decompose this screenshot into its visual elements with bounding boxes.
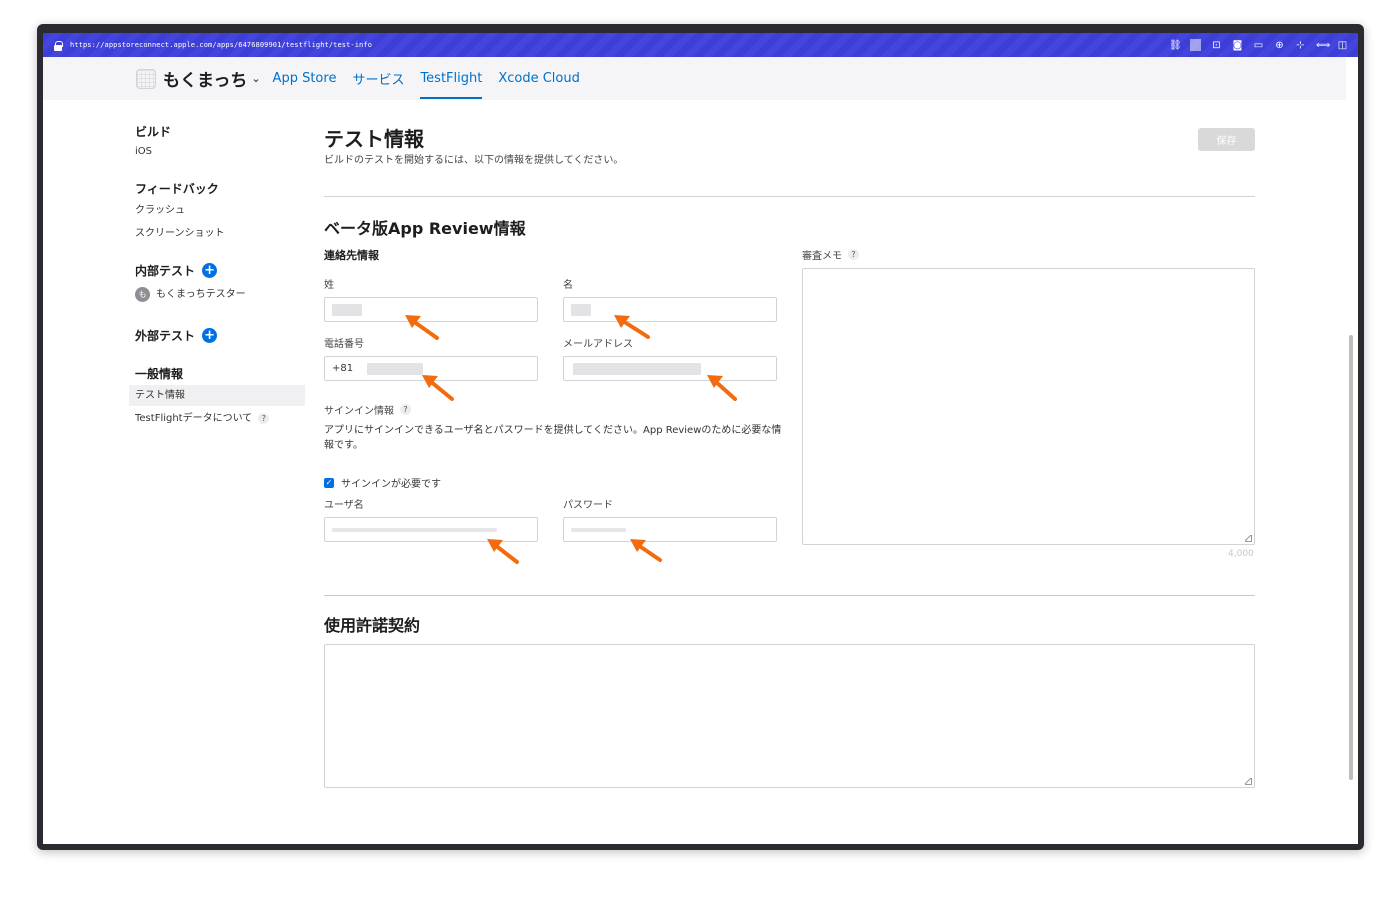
top-nav: もくまっち ⌄ App Store サービス TestFlight Xcode … (43, 57, 1346, 100)
sidebar-item-test-info[interactable]: テスト情報 (129, 385, 305, 406)
review-notes-label: 審査メモ ? (802, 247, 859, 262)
chevron-down-icon[interactable]: ⌄ (251, 72, 260, 85)
sidebar-item-internal-group[interactable]: も もくまっちテスター (129, 284, 305, 305)
license-title: 使用許諾契約 (324, 616, 421, 635)
tab-testflight[interactable]: TestFlight (420, 71, 482, 99)
avatar: も (135, 287, 150, 302)
page: もくまっち ⌄ App Store サービス TestFlight Xcode … (43, 57, 1358, 844)
sidebar: ビルド iOS フィードバック クラッシュ スクリーンショット 内部テスト + … (129, 123, 305, 429)
toolbar-icons: ⛓ ⊡ ◙ ▭ ⊕ ⊹ ⟺ ◫ (1169, 39, 1348, 51)
help-icon[interactable]: ? (400, 404, 411, 415)
signin-description: アプリにサインインできるユーザ名とパスワードを提供してください。App Revi… (324, 425, 782, 451)
link-icon[interactable]: ⛓ (1169, 40, 1182, 51)
annotation-arrow-icon (707, 375, 737, 401)
save-button[interactable]: 保存 (1198, 128, 1255, 151)
sidebar-item-ios[interactable]: iOS (129, 141, 305, 162)
add-external-group-icon[interactable]: + (202, 327, 218, 343)
redacted-value (571, 527, 626, 532)
download-icon[interactable]: ⊡ (1211, 40, 1222, 51)
tab-xcode-cloud[interactable]: Xcode Cloud (498, 71, 580, 86)
redacted-value (367, 362, 424, 375)
sidebar-icon[interactable]: ◫ (1337, 40, 1348, 51)
page-title: テスト情報 (324, 127, 424, 151)
annotation-arrow-icon (630, 539, 662, 562)
password-field[interactable] (563, 517, 777, 542)
sidebar-head-external: 外部テスト + (129, 327, 305, 343)
sidebar-head-external-label: 外部テスト (135, 328, 196, 343)
url-bar[interactable]: https://appstoreconnect.apple.com/apps/6… (43, 33, 1358, 57)
url-text[interactable]: https://appstoreconnect.apple.com/apps/6… (70, 41, 372, 49)
signin-required-checkbox[interactable]: ✓ (324, 477, 334, 488)
camera-icon[interactable]: ◙ (1232, 40, 1243, 51)
review-notes-label-text: 審査メモ (802, 251, 842, 262)
signin-info-label-text: サインイン情報 (324, 406, 394, 417)
phone-label: 電話番号 (324, 339, 364, 350)
sidebar-head-internal: 内部テスト + (129, 262, 305, 278)
password-label: パスワード (563, 500, 613, 511)
crosshair-icon[interactable]: ⊹ (1295, 40, 1306, 51)
code-icon[interactable]: ⟺ (1316, 40, 1330, 51)
signin-info-label: サインイン情報 ? (324, 402, 411, 417)
license-textarea[interactable] (324, 644, 1255, 788)
annotation-arrow-icon (422, 375, 454, 401)
signin-required-label: サインインが必要です (341, 479, 441, 490)
divider (324, 196, 1255, 197)
signin-required-row[interactable]: ✓ サインインが必要です (324, 475, 441, 490)
sidebar-item-internal-group-label: もくまっちテスター (156, 289, 246, 300)
terminal-icon[interactable]: ▭ (1253, 40, 1264, 51)
annotation-arrow-icon (614, 315, 650, 339)
sidebar-head-internal-label: 内部テスト (135, 263, 196, 278)
help-icon[interactable]: ? (848, 249, 859, 260)
redacted-value (573, 362, 701, 375)
browser-window: https://appstoreconnect.apple.com/apps/6… (37, 24, 1364, 850)
sidebar-item-about-data[interactable]: TestFlightデータについて ? (129, 408, 305, 429)
review-notes-textarea[interactable] (802, 268, 1255, 545)
redacted-value (332, 303, 362, 316)
phone-prefix: +81 (332, 363, 354, 374)
redacted-value (571, 303, 591, 316)
sidebar-head-feedback: フィードバック (135, 181, 219, 196)
sidebar-head-build: ビルド (135, 124, 172, 139)
sidebar-item-screenshot[interactable]: スクリーンショット (129, 223, 305, 244)
lock-icon (54, 40, 63, 51)
tab-app-store[interactable]: App Store (273, 71, 337, 86)
annotation-arrow-icon (405, 315, 439, 340)
review-notes-counter: 4,000 (1228, 549, 1254, 559)
last-name-label: 姓 (324, 280, 334, 291)
app-icon (136, 68, 156, 89)
globe-icon[interactable]: ⊕ (1274, 40, 1285, 51)
toolbar-divider (1190, 39, 1201, 51)
tab-services[interactable]: サービス (352, 69, 404, 88)
beta-review-title: ベータ版App Review情報 (324, 219, 526, 238)
contact-info-heading: 連絡先情報 (324, 249, 379, 262)
help-icon[interactable]: ? (258, 413, 270, 424)
annotation-arrow-icon (487, 539, 519, 564)
app-name[interactable]: もくまっち (163, 66, 247, 91)
username-label: ユーザ名 (324, 500, 364, 511)
add-internal-group-icon[interactable]: + (202, 262, 218, 278)
first-name-label: 名 (563, 280, 573, 291)
page-subtitle: ビルドのテストを開始するには、以下の情報を提供してください。 (324, 155, 624, 166)
scrollbar[interactable] (1349, 335, 1353, 780)
sidebar-item-crash[interactable]: クラッシュ (129, 200, 305, 221)
sidebar-item-about-data-label: TestFlightデータについて (135, 413, 253, 424)
divider (324, 595, 1255, 596)
redacted-value (332, 527, 497, 532)
first-name-field[interactable] (563, 297, 777, 322)
sidebar-head-general: 一般情報 (135, 366, 184, 381)
